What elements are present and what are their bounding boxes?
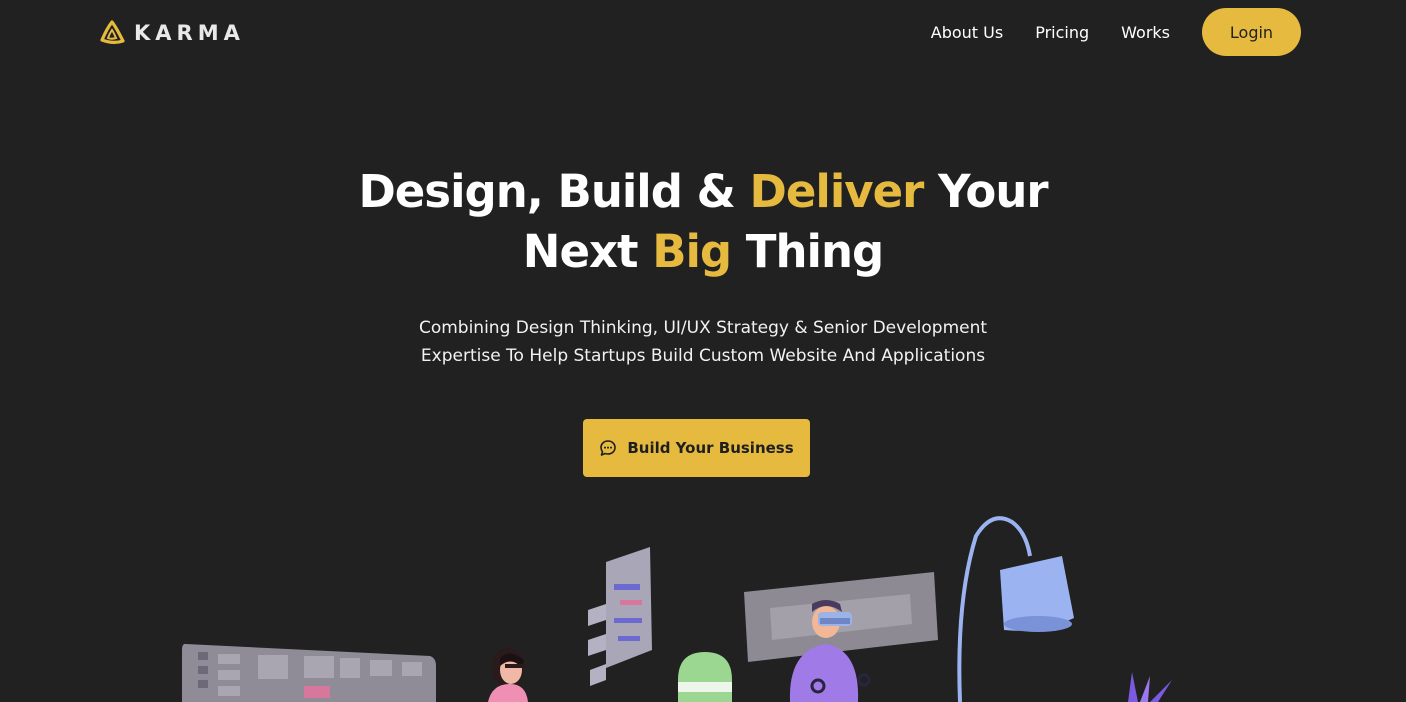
login-button[interactable]: Login [1202,8,1301,56]
team-workspace-illustration [182,516,1172,702]
dashboard-panel [182,643,436,702]
build-your-business-label: Build Your Business [627,439,794,457]
woman-figure [488,648,528,702]
top-navbar: KARMA About Us Pricing Works Login [0,0,1406,64]
hero-title-line-1: Design, Build & Deliver Your [358,165,1049,218]
nav-link-about-us[interactable]: About Us [931,23,1003,42]
nav-links: About Us Pricing Works Login [931,8,1301,56]
brand-name: KARMA [134,21,245,45]
triangle-knot-icon [100,20,125,44]
hero-title-text: Next [522,225,653,278]
hero-title-text: Design, Build & [358,165,750,218]
hero-subtitle: Combining Design Thinking, UI/UX Strateg… [0,314,1406,370]
brand-logo[interactable]: KARMA [98,19,245,47]
hero-title: Design, Build & Deliver Your Next Big Th… [0,162,1406,282]
hero-title-accent: Big [652,225,732,278]
floor-lamp [957,516,1074,702]
chat-bubble-icon [600,440,617,456]
hero-title-accent: Deliver [749,165,925,218]
nav-link-works[interactable]: Works [1121,23,1170,42]
hero-title-text: Your [923,165,1049,218]
green-capsule [678,652,732,702]
purple-plant [1128,672,1172,702]
nav-link-pricing[interactable]: Pricing [1035,23,1089,42]
vertical-screen [588,547,652,686]
build-your-business-button[interactable]: Build Your Business [583,419,810,477]
hero-title-text: Thing [731,225,884,278]
hero-subtitle-line-2: Expertise To Help Startups Build Custom … [420,346,986,366]
hero-subtitle-line-1: Combining Design Thinking, UI/UX Strateg… [418,318,988,338]
hero-title-line-2: Next Big Thing [522,225,884,278]
